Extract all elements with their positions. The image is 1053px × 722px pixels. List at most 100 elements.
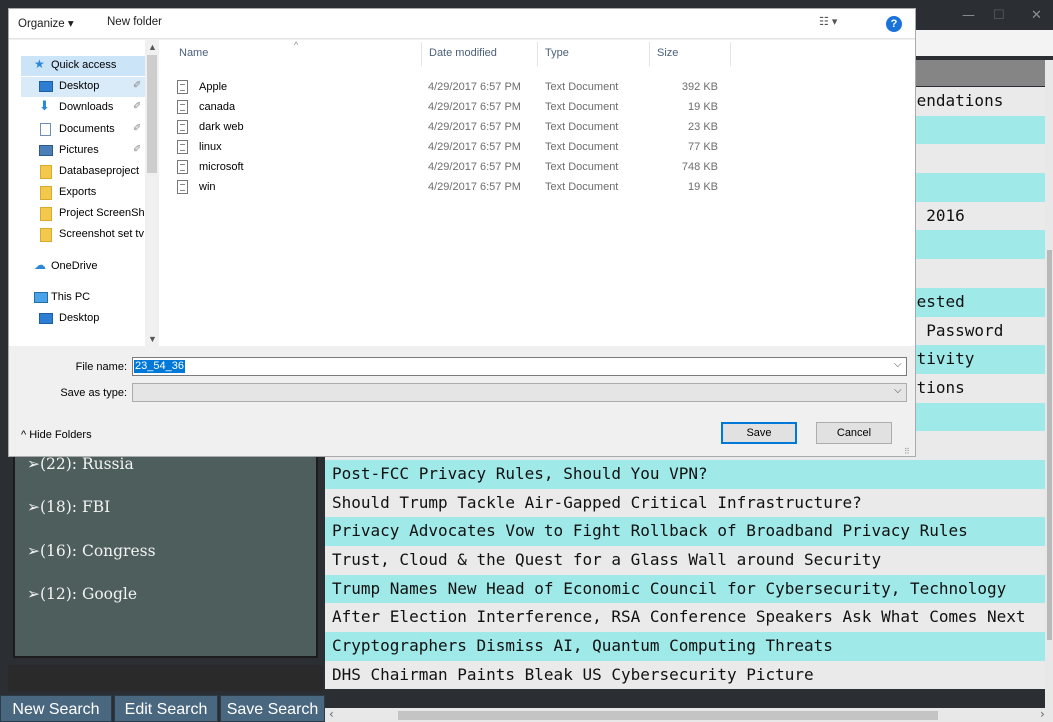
nav-label: Screenshot set tv: [59, 228, 144, 240]
text-file-icon: [177, 160, 188, 174]
file-list-pane: Name ^ Date modified Type Size Apple 4/2…: [159, 40, 915, 346]
topic-item-congress[interactable]: ➢(16): Congress: [27, 542, 156, 560]
hide-folders-toggle[interactable]: ^ Hide Folders: [21, 429, 92, 441]
close-button[interactable]: ✕: [1031, 8, 1042, 23]
nav-label: Pictures: [59, 144, 99, 156]
chevron-up-icon: ^: [21, 429, 27, 441]
topic-item-russia[interactable]: ➢(22): Russia: [27, 455, 134, 473]
nav-label: Project ScreenSh: [59, 207, 145, 219]
folder-icon: [40, 228, 52, 242]
column-header-size[interactable]: Size: [657, 47, 678, 59]
nav-item-databaseproject[interactable]: Databaseproject: [21, 162, 145, 182]
nav-scroll-thumb[interactable]: [147, 55, 157, 173]
text-file-icon: [177, 120, 188, 134]
view-options-icon[interactable]: ☷ ▾: [819, 15, 837, 28]
headline-row[interactable]: Trump Names New Head of Economic Council…: [325, 574, 1045, 604]
headline-row[interactable]: Privacy Advocates Vow to Fight Rollback …: [325, 517, 1045, 546]
column-divider[interactable]: [730, 42, 731, 66]
nav-label: OneDrive: [51, 260, 98, 272]
nav-label: Databaseproject: [59, 165, 140, 177]
file-type: Text Document: [545, 121, 619, 133]
save-as-dialog: Organize ▾ New folder ☷ ▾ ? ⌄ ★ Quick ac…: [8, 8, 916, 457]
cancel-button[interactable]: Cancel: [816, 422, 892, 444]
organize-button[interactable]: Organize ▾: [18, 16, 74, 30]
file-row[interactable]: Apple 4/29/2017 6:57 PM Text Document 39…: [177, 79, 737, 99]
nav-label: Downloads: [59, 101, 114, 113]
file-size: 23 KB: [688, 121, 718, 133]
file-name: linux: [199, 141, 222, 153]
file-name: dark web: [199, 121, 244, 133]
nav-item-pictures[interactable]: Pictures ✐: [21, 141, 145, 161]
horizontal-scroll-thumb[interactable]: [398, 711, 938, 720]
nav-item-quick-access[interactable]: ⌄ ★ Quick access: [21, 56, 145, 76]
file-name-label: File name:: [75, 361, 127, 373]
sort-ascending-icon: ^: [294, 40, 299, 50]
topic-item-google[interactable]: ➢(12): Google: [27, 585, 137, 603]
file-date: 4/29/2017 6:57 PM: [428, 101, 521, 113]
vertical-scroll-thumb[interactable]: [1047, 250, 1052, 640]
file-date: 4/29/2017 6:57 PM: [428, 181, 521, 193]
table-header: [905, 60, 1053, 86]
headline-row[interactable]: Post-FCC Privacy Rules, Should You VPN?: [325, 459, 1045, 489]
scroll-up-icon[interactable]: ▲: [148, 42, 157, 52]
file-size: 392 KB: [681, 81, 718, 93]
edit-search-button[interactable]: Edit Search: [114, 695, 218, 722]
nav-item-screenshot-set[interactable]: Screenshot set tv: [21, 225, 145, 245]
column-divider[interactable]: [537, 42, 538, 66]
pin-icon: ✐: [133, 144, 142, 155]
nav-item-exports[interactable]: Exports: [21, 183, 145, 203]
column-divider[interactable]: [421, 42, 422, 66]
file-type: Text Document: [545, 161, 619, 173]
nav-item-documents[interactable]: Documents ✐: [21, 120, 145, 140]
save-search-button[interactable]: Save Search: [220, 695, 325, 722]
maximize-button[interactable]: ☐: [993, 8, 1005, 23]
nav-item-onedrive[interactable]: ☁ OneDrive: [21, 257, 145, 277]
column-header-type[interactable]: Type: [545, 47, 569, 59]
new-folder-button[interactable]: New folder: [107, 16, 162, 28]
nav-item-project-screenshots[interactable]: Project ScreenSh: [21, 204, 145, 224]
topic-item-fbi[interactable]: ➢(18): FBI: [27, 498, 110, 516]
nav-item-desktop[interactable]: Desktop ✐: [21, 77, 145, 97]
save-as-type-select[interactable]: [132, 383, 907, 402]
scroll-down-icon[interactable]: ▼: [148, 334, 157, 344]
chevron-down-icon[interactable]: ⌵: [894, 359, 902, 370]
file-row[interactable]: linux 4/29/2017 6:57 PM Text Document 77…: [177, 139, 737, 159]
file-name-input[interactable]: [132, 357, 907, 376]
column-header-name[interactable]: Name: [179, 47, 208, 59]
file-row[interactable]: canada 4/29/2017 6:57 PM Text Document 1…: [177, 99, 737, 119]
scroll-left-icon[interactable]: ‹: [329, 707, 334, 721]
download-icon: ⬇: [39, 98, 50, 113]
nav-item-downloads[interactable]: ⬇ Downloads ✐: [21, 98, 145, 118]
minimize-button[interactable]: —: [962, 8, 975, 23]
file-name-value[interactable]: 23_54_36: [134, 360, 185, 373]
file-date: 4/29/2017 6:57 PM: [428, 81, 521, 93]
column-header-date[interactable]: Date modified: [429, 47, 497, 59]
headline-row[interactable]: Should Trump Tackle Air-Gapped Critical …: [325, 488, 1045, 518]
file-row[interactable]: dark web 4/29/2017 6:57 PM Text Document…: [177, 119, 737, 139]
file-name: Apple: [199, 81, 228, 93]
file-size: 748 KB: [681, 161, 718, 173]
folder-icon: [40, 207, 52, 221]
file-type: Text Document: [545, 141, 619, 153]
column-divider[interactable]: [649, 42, 650, 66]
cloud-icon: ☁: [34, 258, 46, 272]
computer-icon: [34, 292, 48, 303]
file-type: Text Document: [545, 181, 619, 193]
save-button[interactable]: Save: [721, 422, 797, 444]
text-file-icon: [177, 80, 188, 94]
scroll-right-icon[interactable]: ›: [1040, 707, 1045, 721]
headline-row[interactable]: Cryptographers Dismiss AI, Quantum Compu…: [325, 632, 1045, 661]
text-file-icon: [177, 100, 188, 114]
headline-row[interactable]: Trust, Cloud & the Quest for a Glass Wal…: [325, 546, 1045, 575]
new-search-button[interactable]: New Search: [0, 695, 112, 722]
file-row[interactable]: win 4/29/2017 6:57 PM Text Document 19 K…: [177, 179, 737, 199]
resize-grip-icon[interactable]: ⠿: [904, 447, 910, 456]
file-row[interactable]: microsoft 4/29/2017 6:57 PM Text Documen…: [177, 159, 737, 179]
headline-row[interactable]: DHS Chairman Paints Bleak US Cybersecuri…: [325, 660, 1045, 690]
nav-item-this-pc[interactable]: ⌄ This PC: [21, 288, 145, 308]
headline-row[interactable]: After Election Interference, RSA Confere…: [325, 603, 1045, 633]
chevron-down-icon[interactable]: ⌵: [894, 385, 902, 396]
desktop-icon: [39, 81, 53, 92]
help-icon[interactable]: ?: [886, 16, 902, 32]
nav-item-pc-desktop[interactable]: Desktop: [21, 309, 145, 329]
